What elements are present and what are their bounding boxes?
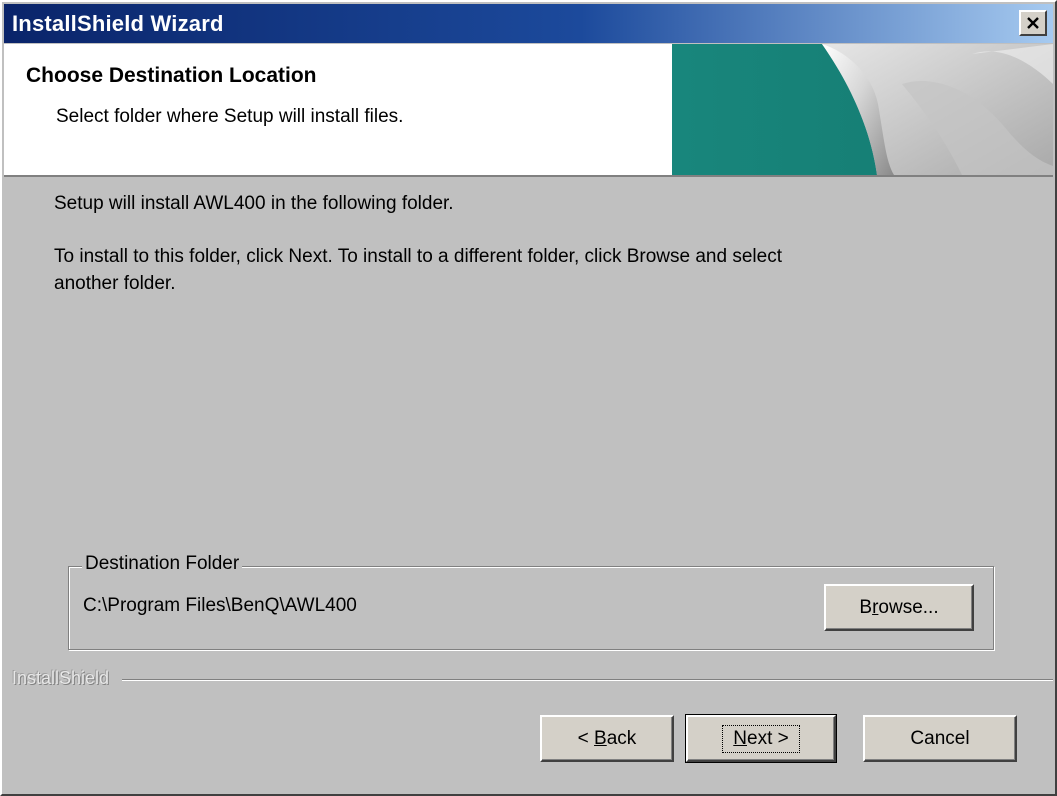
wizard-header: Choose Destination Location Select folde… <box>4 44 1053 177</box>
footer-separator <box>122 679 1053 681</box>
title-bar[interactable]: InstallShield Wizard <box>4 4 1053 43</box>
window-title: InstallShield Wizard <box>12 11 224 36</box>
browse-button[interactable]: Browse... <box>824 584 974 631</box>
back-button[interactable]: < Back <box>540 715 674 762</box>
destination-path: C:\Program Files\BenQ\AWL400 <box>83 595 357 616</box>
next-button[interactable]: Next > <box>685 714 837 763</box>
instructions-line-1: To install to this folder, click Next. T… <box>54 246 782 267</box>
next-button-label: Next > <box>722 724 800 753</box>
installshield-window: InstallShield Wizard Choose Destination … <box>0 0 1057 796</box>
back-button-label: < Back <box>577 727 637 749</box>
destination-folder-group: Destination Folder C:\Program Files\BenQ… <box>68 553 994 650</box>
close-icon <box>1027 17 1039 29</box>
close-button[interactable] <box>1019 10 1047 36</box>
cancel-button[interactable]: Cancel <box>863 715 1017 762</box>
instructions-line-2: another folder. <box>54 273 176 294</box>
intro-text: Setup will install AWL400 in the followi… <box>54 193 454 214</box>
page-title: Choose Destination Location <box>26 64 317 87</box>
cancel-button-label: Cancel <box>910 727 970 749</box>
browse-button-label: Browse... <box>859 596 939 618</box>
installshield-brand: InstallShield <box>12 668 110 688</box>
destination-folder-legend: Destination Folder <box>82 553 243 575</box>
page-curl-graphic <box>672 44 1053 175</box>
page-subtitle: Select folder where Setup will install f… <box>56 106 404 127</box>
